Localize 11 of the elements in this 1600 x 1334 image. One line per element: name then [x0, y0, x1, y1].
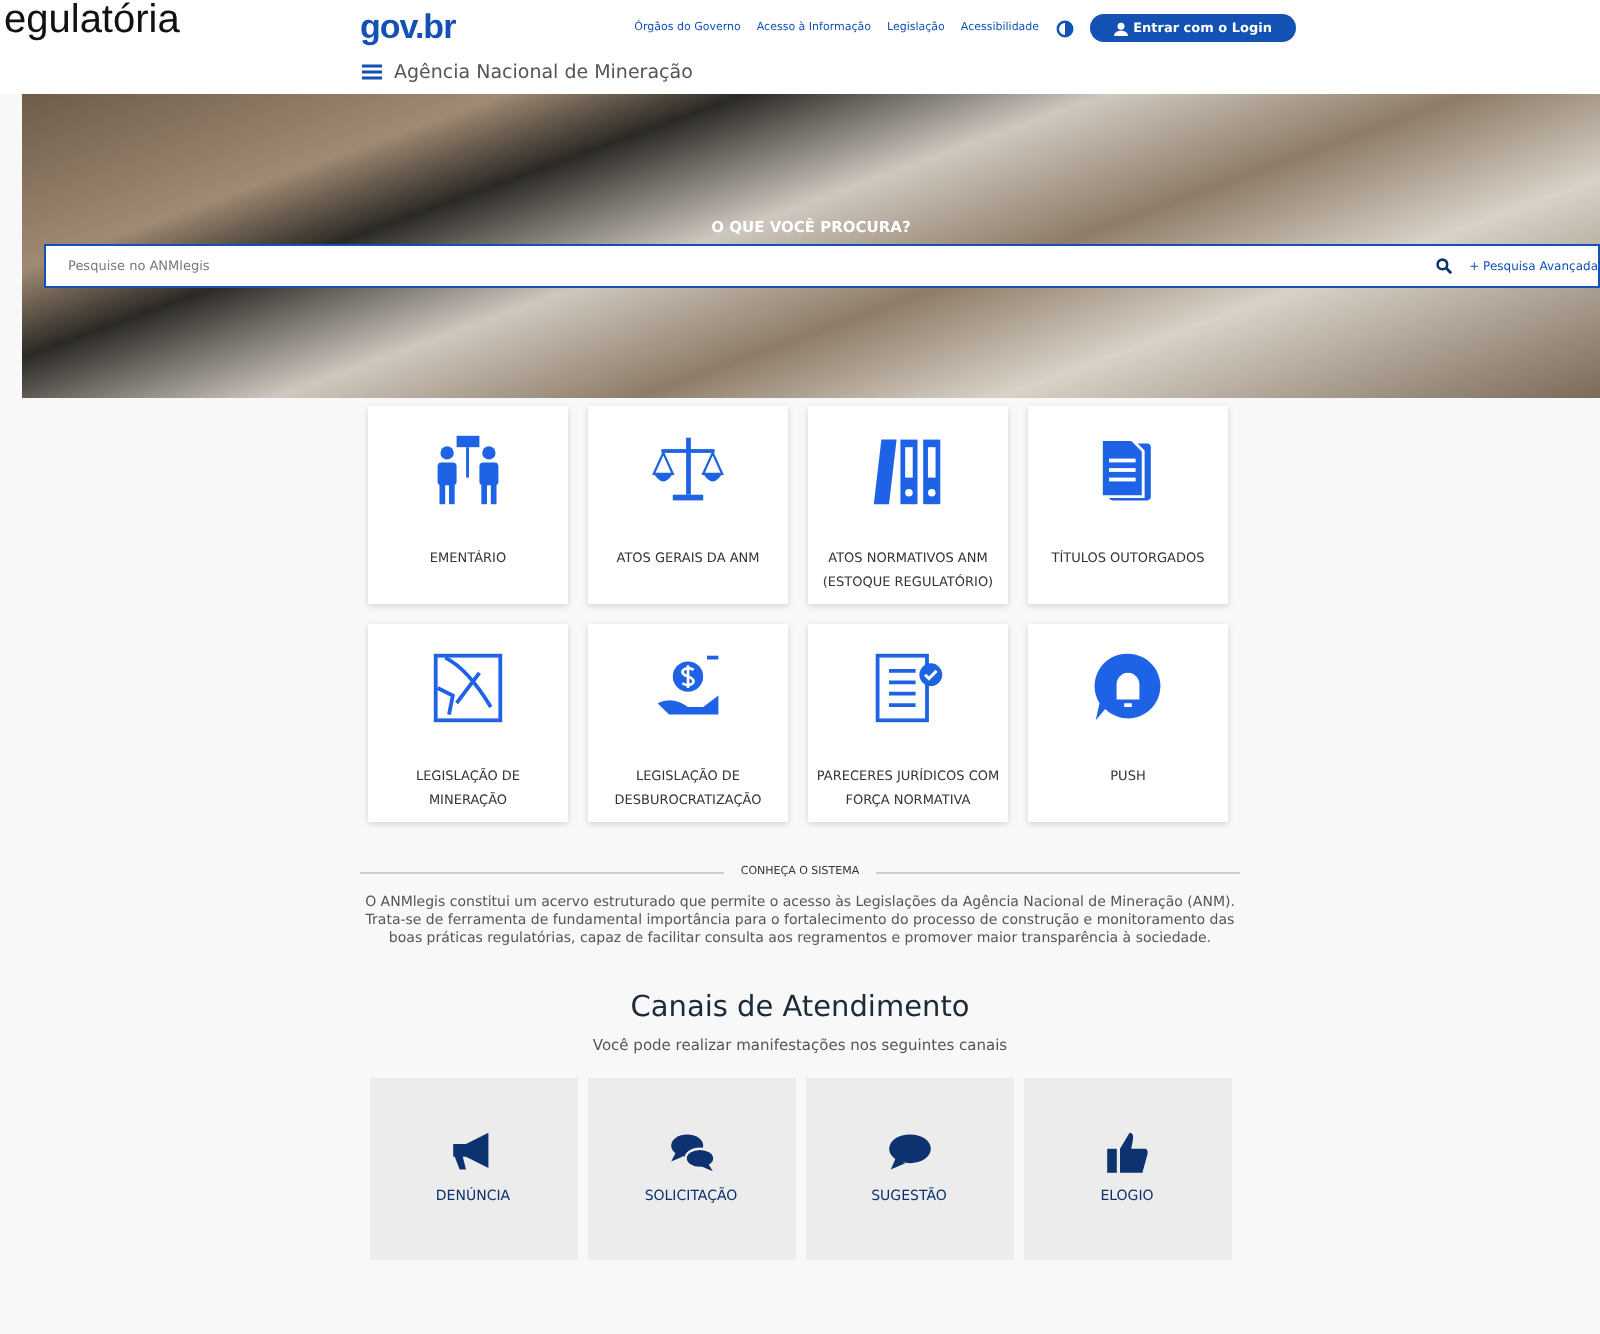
overlay-text: egulatória — [4, 0, 180, 40]
site-name: Agência Nacional de Mineração — [394, 61, 693, 83]
gov-logo[interactable]: gov.br — [360, 8, 456, 48]
checklist-icon — [870, 648, 946, 728]
menu-icon[interactable] — [362, 64, 382, 80]
thumbs-up-icon — [1103, 1128, 1151, 1176]
user-icon — [1113, 21, 1128, 35]
chat-bubbles-icon — [667, 1128, 715, 1176]
contrast-icon[interactable] — [1055, 19, 1074, 37]
search-icon[interactable] — [1435, 258, 1452, 274]
channels-title: Canais de Atendimento — [628, 992, 972, 1024]
